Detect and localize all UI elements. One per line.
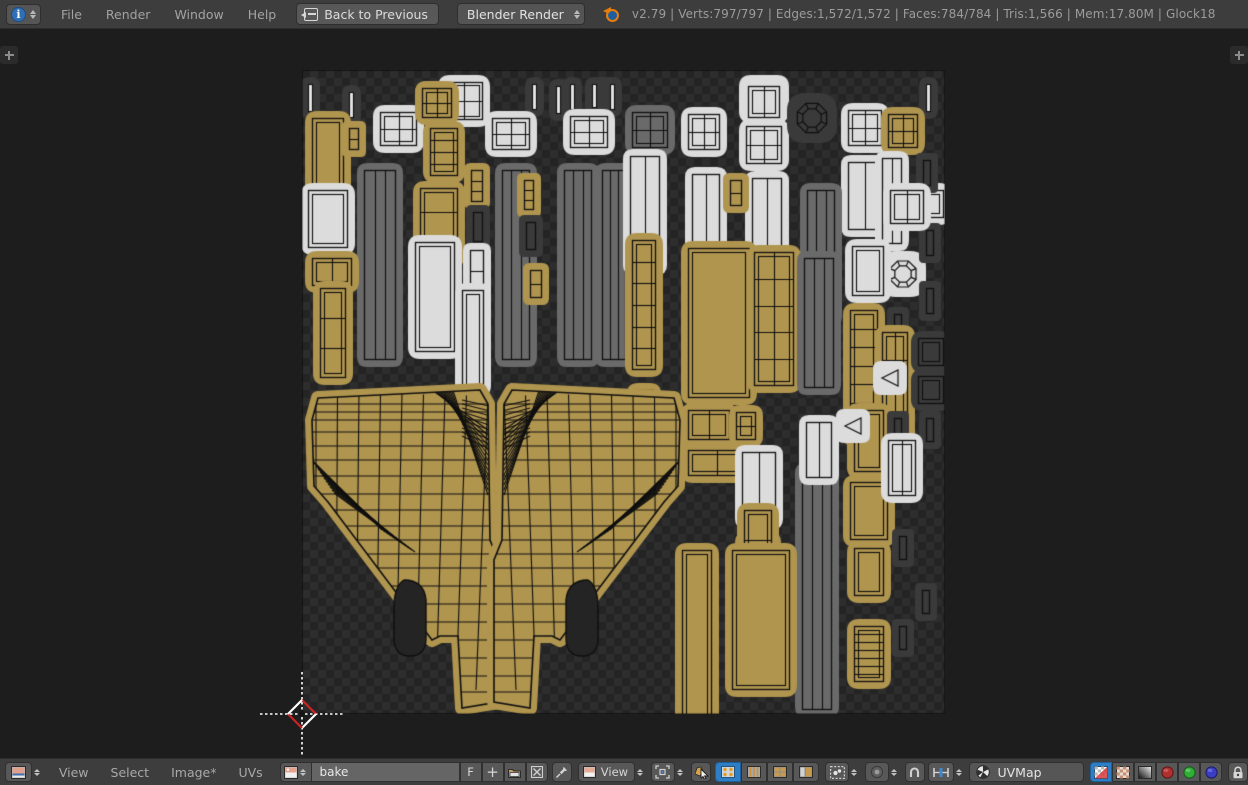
uv-island-select-icon [799, 766, 814, 778]
display-channel-alpha[interactable] [1112, 762, 1135, 782]
display-channel-zbuffer[interactable] [1134, 762, 1157, 782]
color-alpha-icon [1094, 765, 1109, 779]
blender-logo-icon [602, 6, 620, 23]
uv-map-selector[interactable]: UVMap [969, 762, 1085, 782]
uv-layout-texture[interactable] [302, 70, 945, 714]
blue-channel-icon [1205, 765, 1218, 779]
top-header-bar: i File Render Window Help Back to Previo… [0, 0, 1248, 29]
uv-editor-header: View Select Image* UVs bake F + View UVM… [0, 758, 1248, 785]
chevron-updown-icon [955, 768, 962, 776]
chevron-updown-icon [851, 768, 857, 776]
open-folder-button[interactable] [503, 762, 526, 782]
menu-image[interactable]: Image* [160, 763, 227, 782]
region-toggle-right-icon[interactable] [1230, 46, 1248, 64]
uv-select-mode-island[interactable] [793, 762, 820, 782]
pivot-point-selector[interactable] [650, 762, 685, 782]
menu-uvs[interactable]: UVs [227, 763, 273, 782]
uv-image-editor-icon[interactable] [5, 762, 32, 782]
display-channel-color-alpha[interactable] [1090, 762, 1113, 782]
chevron-updown-icon [34, 768, 40, 776]
image-view-mode-button[interactable]: View [577, 762, 636, 782]
proportional-edit-button[interactable] [864, 762, 889, 782]
open-folder-icon [508, 768, 522, 778]
chevron-updown-icon [637, 768, 644, 776]
pivot-bounding-box-icon [655, 765, 671, 779]
menu-window[interactable]: Window [162, 4, 235, 25]
uv-sync-selection-button[interactable] [690, 762, 711, 782]
sticky-selection-icon [829, 765, 845, 779]
new-image-button[interactable]: + [481, 762, 504, 782]
cursor-2d[interactable] [260, 672, 344, 756]
uv-map-value: UVMap [997, 764, 1042, 780]
x-icon [530, 766, 543, 778]
red-channel-icon [1161, 765, 1174, 779]
render-engine-dropdown[interactable]: Blender Render [456, 3, 585, 25]
pin-icon [556, 766, 568, 778]
display-channel-green[interactable] [1178, 762, 1201, 782]
zbuffer-gradient-icon [1138, 765, 1153, 779]
proportional-edit-selector[interactable] [864, 762, 899, 782]
image-view-mode-selector[interactable]: View [577, 762, 645, 782]
snap-toggle-button[interactable] [904, 762, 925, 782]
image-datablock-selector[interactable]: bake F + [279, 762, 548, 782]
uv-select-mode-group[interactable] [715, 762, 820, 782]
back-to-previous-button[interactable]: Back to Previous [296, 3, 439, 25]
uv-sync-selection-icon [694, 766, 709, 779]
menu-select[interactable]: Select [100, 763, 161, 782]
snap-target-icon [932, 767, 949, 777]
render-engine-value: Blender Render [466, 6, 564, 22]
image-view-icon [582, 766, 596, 778]
sticky-selection-selector[interactable] [825, 762, 859, 782]
display-channels-group[interactable] [1090, 762, 1223, 782]
green-channel-icon [1183, 765, 1196, 779]
region-toggle-left-icon[interactable] [0, 46, 18, 64]
uv-image-canvas[interactable] [302, 70, 945, 714]
chevron-updown-icon [890, 768, 897, 776]
snap-target-selector[interactable] [927, 762, 964, 782]
image-datablock-icon-button[interactable] [279, 762, 312, 782]
uv-map-icon [976, 765, 991, 779]
chevron-updown-icon [573, 9, 580, 19]
uv-select-mode-face[interactable] [767, 762, 794, 782]
pivot-button[interactable] [650, 762, 675, 782]
back-to-previous-label: Back to Previous [324, 6, 428, 22]
display-channel-red[interactable] [1156, 762, 1179, 782]
image-name-field[interactable]: bake [311, 762, 460, 782]
display-channel-blue[interactable] [1200, 762, 1223, 782]
editor-type-selector-info[interactable]: i [6, 3, 41, 25]
chevron-updown-icon [676, 768, 683, 776]
uv-image-editor-glyph [11, 765, 26, 779]
uv-select-mode-vertex[interactable] [715, 762, 742, 782]
chevron-updown-icon [299, 768, 306, 776]
uv-select-mode-edge[interactable] [741, 762, 768, 782]
info-editor-icon: i [11, 6, 26, 22]
uv-edge-select-icon [747, 766, 762, 778]
menu-view[interactable]: View [48, 763, 100, 782]
menu-file[interactable]: File [49, 4, 94, 25]
image-datablock-icon [283, 765, 298, 779]
pin-image-button[interactable] [551, 762, 572, 782]
menu-render[interactable]: Render [94, 4, 163, 25]
uv-vertex-select-icon [721, 766, 736, 778]
sticky-selection-button[interactable] [825, 762, 849, 782]
uv-face-select-icon [773, 766, 788, 778]
image-view-mode-label: View [600, 765, 629, 779]
status-info-text: v2.79 | Verts:797/797 | Edges:1,572/1,57… [631, 7, 1216, 21]
chevron-updown-icon [30, 9, 36, 19]
snap-target-button[interactable] [927, 762, 954, 782]
proportional-edit-icon [870, 765, 883, 779]
unlink-image-button[interactable] [525, 762, 548, 782]
snap-magnet-icon [910, 766, 920, 777]
alpha-checker-icon [1116, 765, 1131, 779]
blender-window: i File Render Window Help Back to Previo… [0, 0, 1248, 785]
menu-help[interactable]: Help [236, 4, 289, 25]
back-arrow-icon [301, 7, 319, 21]
lock-icon [1233, 766, 1243, 778]
fake-user-button[interactable]: F [459, 762, 482, 782]
editor-type-selector-uv[interactable] [5, 762, 42, 782]
lock-button[interactable] [1227, 762, 1248, 782]
uv-image-editor-region [0, 29, 1248, 758]
